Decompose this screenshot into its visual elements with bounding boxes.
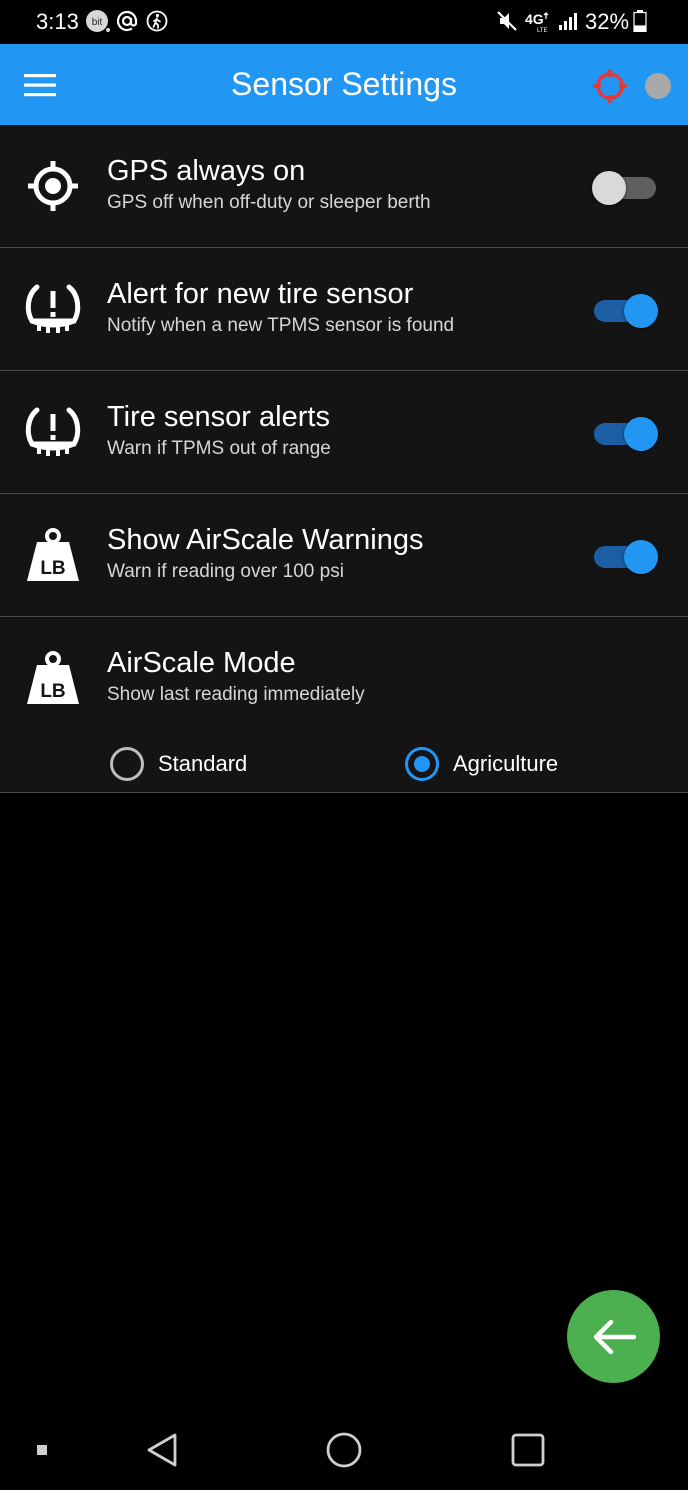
status-bar: 3:13 bit 4G LTE 32% (0, 0, 688, 44)
recents-square-icon (511, 1433, 545, 1467)
setting-subtitle: Warn if TPMS out of range (107, 438, 331, 459)
4g-lte-icon: 4G LTE (524, 8, 552, 34)
airscale-warnings-toggle[interactable] (592, 540, 660, 574)
setting-subtitle: GPS off when off-duty or sleeper berth (107, 192, 431, 213)
nav-back-button[interactable] (140, 1428, 184, 1472)
battery-percent: 32% (585, 9, 630, 34)
status-time: 3:13 (36, 9, 79, 34)
tire-pressure-icon (20, 401, 86, 463)
setting-title: Show AirScale Warnings (107, 524, 424, 556)
at-sign-icon (116, 8, 138, 34)
red-target-icon (593, 69, 627, 103)
radio-button[interactable] (110, 747, 144, 781)
weight-lb-icon: LB (20, 647, 86, 709)
new-tire-sensor-toggle[interactable] (592, 294, 660, 328)
toggle-thumb (624, 294, 658, 328)
nav-recents-button[interactable] (506, 1428, 550, 1472)
signal-icon (556, 8, 580, 34)
weight-lb-icon: LB (20, 524, 86, 586)
system-nav-bar (0, 1410, 688, 1490)
setting-title: GPS always on (107, 155, 306, 187)
setting-row-airscale-warnings[interactable]: LB Show AirScale Warnings Warn if readin… (0, 494, 688, 617)
battery-icon (632, 8, 648, 34)
gps-crosshair-icon (20, 155, 86, 217)
bitmoji-notification-icon: bit (84, 8, 112, 34)
weight-lb-label: LB (40, 681, 65, 702)
gps-always-on-toggle[interactable] (592, 171, 660, 205)
toggle-thumb (592, 171, 626, 205)
toggle-thumb (624, 417, 658, 451)
home-circle-icon (326, 1432, 362, 1468)
setting-title: Alert for new tire sensor (107, 278, 414, 310)
mute-icon (494, 8, 520, 34)
toggle-thumb (624, 540, 658, 574)
setting-subtitle: Show last reading immediately (107, 684, 365, 705)
setting-row-tire-sensor-alerts[interactable]: Tire sensor alerts Warn if TPMS out of r… (0, 371, 688, 494)
setting-row-airscale-mode: LB AirScale Mode Show last reading immed… (0, 617, 688, 793)
svg-text:4G: 4G (525, 11, 544, 27)
arrow-left-icon (593, 1319, 636, 1354)
tire-pressure-icon (20, 278, 86, 340)
bit-badge-text: bit (92, 17, 103, 28)
setting-row-gps[interactable]: GPS always on GPS off when off-duty or s… (0, 125, 688, 248)
settings-list: GPS always on GPS off when off-duty or s… (0, 125, 688, 793)
tire-sensor-alerts-toggle[interactable] (592, 417, 660, 451)
setting-title: AirScale Mode (107, 647, 296, 679)
radio-option-standard[interactable]: Standard (110, 745, 247, 783)
weight-lb-label: LB (40, 558, 65, 579)
setting-title: Tire sensor alerts (107, 401, 330, 433)
setting-subtitle: Notify when a new TPMS sensor is found (107, 315, 455, 336)
radio-option-agriculture[interactable]: Agriculture (405, 745, 558, 783)
walking-person-icon (145, 8, 169, 34)
svg-text:LTE: LTE (537, 28, 548, 33)
setting-subtitle: Warn if reading over 100 psi (107, 561, 344, 582)
nav-home-button[interactable] (322, 1428, 366, 1472)
back-triangle-icon (147, 1433, 177, 1467)
radio-label: Agriculture (453, 751, 559, 776)
radio-label: Standard (158, 751, 248, 776)
small-square-icon (32, 1428, 52, 1472)
app-bar: Sensor Settings (0, 44, 688, 125)
page-title: Sensor Settings (231, 66, 457, 102)
setting-row-new-tire-sensor[interactable]: Alert for new tire sensor Notify when a … (0, 248, 688, 371)
connection-status-dot (645, 73, 671, 99)
radio-button[interactable] (405, 747, 439, 781)
sensor-target-button[interactable] (588, 64, 632, 108)
back-fab-button[interactable] (567, 1290, 660, 1383)
